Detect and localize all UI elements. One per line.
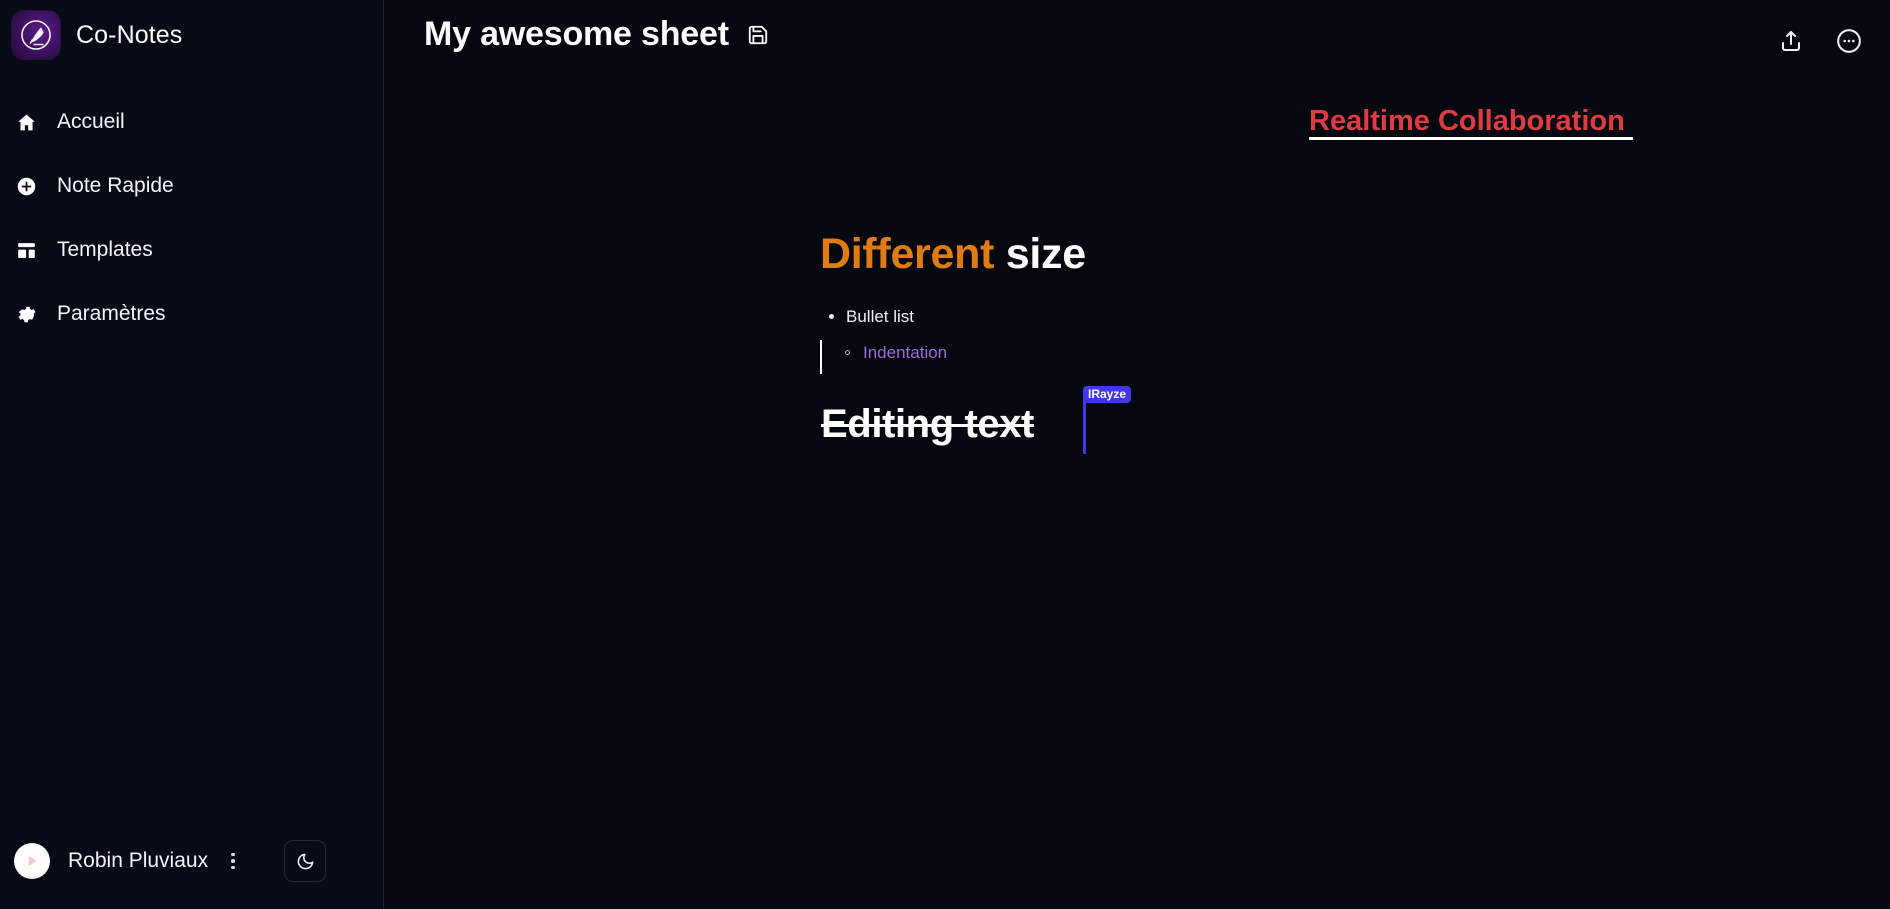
heading-realtime-collaboration[interactable]: Realtime Collaboration xyxy=(1309,105,1633,138)
brand[interactable]: Co-Notes xyxy=(0,0,383,62)
list-item[interactable]: Bullet list xyxy=(820,304,1520,334)
bullet-dot-icon xyxy=(829,314,834,319)
home-icon xyxy=(14,110,38,134)
topbar-actions xyxy=(1776,16,1864,56)
sidebar-item-note-rapide[interactable]: Note Rapide xyxy=(0,154,383,218)
doc-title-wrap: My awesome sheet xyxy=(424,15,769,53)
sidebar-item-label: Accueil xyxy=(57,110,125,133)
sidebar-nav: Accueil Note Rapide Templates Paramètres xyxy=(0,90,383,346)
layout-template-icon xyxy=(14,238,38,262)
sidebar-footer: Robin Pluviaux xyxy=(0,813,383,909)
sidebar-item-parametres[interactable]: Paramètres xyxy=(0,282,383,346)
sidebar-item-label: Paramètres xyxy=(57,302,166,325)
plus-circle-icon xyxy=(14,174,38,198)
heading-editing-text[interactable]: Editing text xyxy=(821,402,1034,447)
play-triangle-avatar[interactable] xyxy=(14,843,50,879)
quill-in-circle-logo xyxy=(12,11,60,59)
page-title[interactable]: My awesome sheet xyxy=(424,15,729,53)
list-item[interactable]: Indentation xyxy=(822,340,947,374)
app-root: Co-Notes Accueil Note Rapide Templates P… xyxy=(0,0,1890,909)
share-upload-icon[interactable] xyxy=(1776,26,1806,56)
list-item-label: Indentation xyxy=(863,343,948,362)
gear-icon xyxy=(14,302,38,326)
brand-name: Co-Notes xyxy=(76,20,183,49)
vertical-dots-icon[interactable] xyxy=(222,848,244,874)
heading-different-size[interactable]: Different size xyxy=(820,230,1086,279)
remote-cursor-label: IRayze xyxy=(1083,386,1132,403)
bullet-list[interactable]: Bullet list Indentation xyxy=(820,304,1520,374)
topbar: My awesome sheet xyxy=(384,0,1890,72)
moon-icon[interactable] xyxy=(284,840,327,882)
sidebar-item-templates[interactable]: Templates xyxy=(0,218,383,282)
sidebar-item-accueil[interactable]: Accueil xyxy=(0,90,383,154)
more-circle-icon[interactable] xyxy=(1834,26,1864,56)
heading-word-plain: size xyxy=(994,230,1086,278)
sidebar-item-label: Templates xyxy=(57,238,153,261)
bullet-circle-icon xyxy=(845,350,850,355)
sidebar-item-label: Note Rapide xyxy=(57,174,174,197)
floppy-disk-save-icon[interactable] xyxy=(747,24,769,46)
heading-word-colored: Different xyxy=(820,230,995,278)
indent-group: Indentation xyxy=(820,340,1520,374)
sidebar: Co-Notes Accueil Note Rapide Templates P… xyxy=(0,0,384,909)
user-name: Robin Pluviaux xyxy=(68,849,209,872)
list-item-label: Bullet list xyxy=(846,307,915,326)
main-area: My awesome sheet Realtime Collaboration … xyxy=(384,0,1890,909)
